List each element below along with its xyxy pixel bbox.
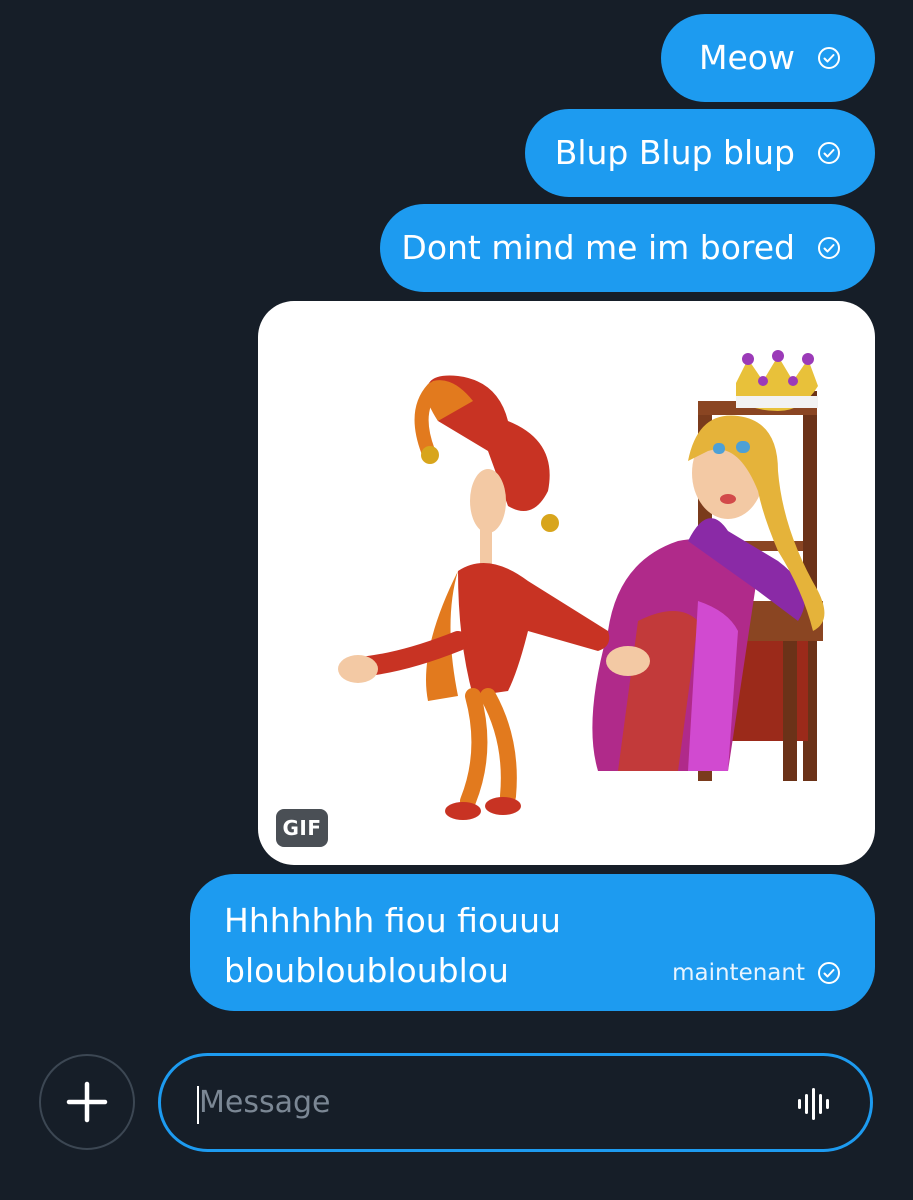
audio-waveform-icon[interactable] bbox=[794, 1084, 834, 1124]
check-circle-icon bbox=[818, 237, 840, 259]
message-line: Hhhhhhh fiou fiouuu bbox=[224, 901, 561, 940]
gif-badge: GIF bbox=[276, 809, 328, 847]
message-meta: maintenant bbox=[672, 959, 841, 987]
message-bubble[interactable]: Dont mind me im bored bbox=[380, 204, 875, 292]
message-bubble[interactable]: Blup Blup blup bbox=[525, 109, 875, 197]
message-text: Dont mind me im bored bbox=[401, 228, 795, 267]
check-circle-icon bbox=[818, 47, 840, 69]
check-circle-icon bbox=[818, 962, 840, 984]
message-composer[interactable] bbox=[158, 1053, 873, 1152]
chat-thread: Meow Blup Blup blup Dont mind me im bore… bbox=[0, 0, 913, 1200]
add-attachment-button[interactable] bbox=[39, 1054, 135, 1150]
timestamp: maintenant bbox=[672, 960, 805, 986]
message-bubble[interactable]: Meow bbox=[661, 14, 875, 102]
gif-illustration bbox=[338, 350, 825, 820]
message-bubble[interactable]: Hhhhhhh fiou fiouuu bloubloubloublou mai… bbox=[190, 874, 875, 1011]
message-text: Meow bbox=[699, 38, 795, 77]
check-circle-icon bbox=[818, 142, 840, 164]
message-text: Blup Blup blup bbox=[554, 133, 795, 172]
message-input[interactable] bbox=[199, 1056, 759, 1149]
plus-icon bbox=[66, 1081, 108, 1123]
gif-message[interactable]: GIF bbox=[258, 301, 875, 865]
